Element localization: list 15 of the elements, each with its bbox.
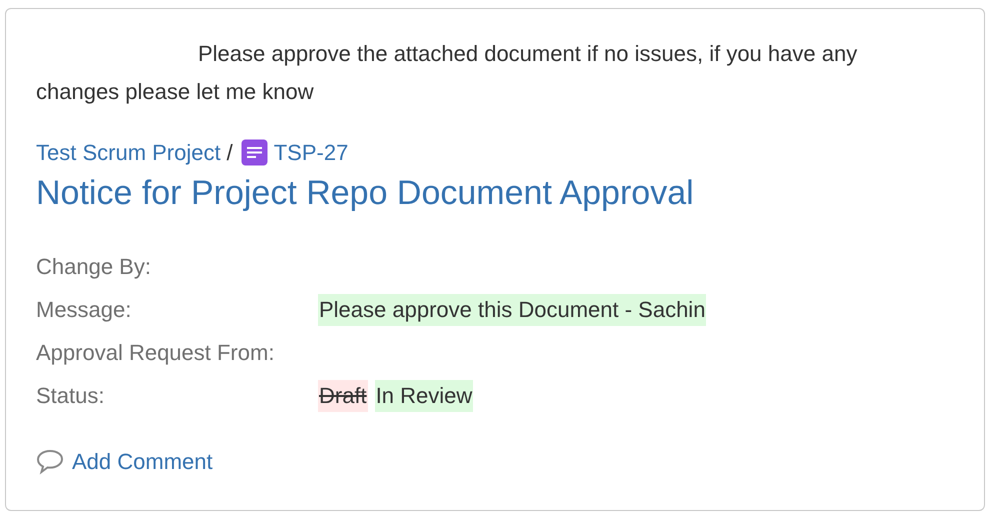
field-label: Change By: bbox=[36, 254, 152, 280]
added-value: Please approve this Document - Sachin bbox=[318, 294, 706, 326]
issue-title-link[interactable]: Notice for Project Repo Document Approval bbox=[36, 174, 694, 213]
added-value: In Review bbox=[374, 380, 474, 412]
add-comment-link[interactable]: Add Comment bbox=[72, 449, 213, 475]
issue-key-link[interactable]: TSP-27 bbox=[274, 140, 348, 166]
field-label: Message: bbox=[36, 296, 132, 322]
breadcrumb-separator: / bbox=[226, 140, 233, 166]
project-link[interactable]: Test Scrum Project bbox=[36, 140, 221, 166]
speech-bubble-icon bbox=[36, 449, 64, 475]
comment-text: Please approve the attached document if no issues, if you have any changes please let me know bbox=[36, 40, 858, 106]
field-label: Approval Request From: bbox=[36, 340, 276, 366]
document-icon bbox=[240, 139, 268, 166]
field-label: Status: bbox=[36, 382, 106, 408]
removed-value: Draft bbox=[318, 380, 368, 412]
